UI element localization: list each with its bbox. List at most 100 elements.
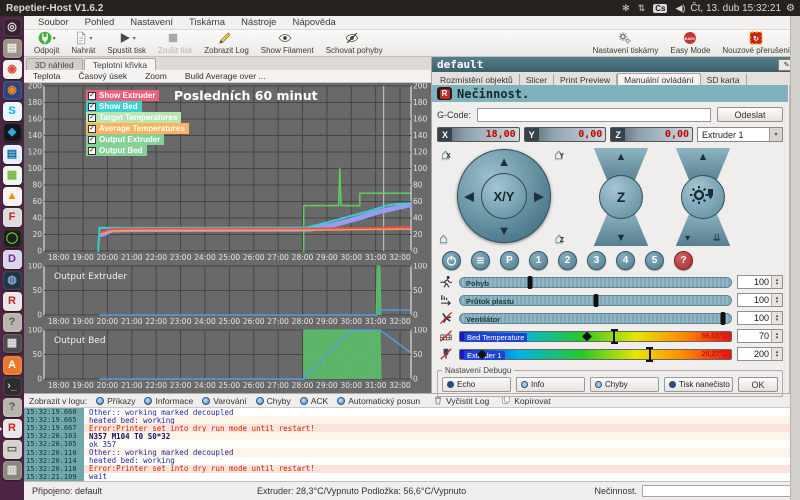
skype-icon[interactable]: S bbox=[3, 102, 22, 121]
filter-warnings-button[interactable]: Varování bbox=[202, 396, 246, 406]
filter-commands-button[interactable]: Příkazy bbox=[96, 396, 135, 406]
slider-thumb[interactable] bbox=[593, 294, 598, 307]
fan-speed-input[interactable]: 100 ▴▾ bbox=[737, 311, 783, 325]
motor-off-button[interactable] bbox=[471, 251, 490, 270]
firefox-icon[interactable]: ◉ bbox=[3, 81, 22, 100]
extruder-select[interactable]: Extruder 1▾ bbox=[697, 127, 783, 142]
chart-menu-item[interactable]: Teplota bbox=[24, 71, 69, 81]
chart-menu-item[interactable]: Zoom bbox=[136, 71, 176, 81]
help-app-icon[interactable]: ? bbox=[3, 313, 22, 332]
spinner-arrows[interactable]: ▴▾ bbox=[771, 312, 782, 324]
dropdown-caret-icon[interactable]: ▾ bbox=[133, 36, 136, 42]
movement-speed-slider[interactable]: Pohyb bbox=[459, 277, 732, 288]
f-app-icon[interactable]: F bbox=[3, 208, 22, 227]
debug-info-button[interactable]: Info bbox=[516, 377, 585, 392]
debug-dry-run-button[interactable]: Tisk nanečisto bbox=[664, 377, 733, 392]
terminal-icon[interactable]: ›_ bbox=[3, 377, 22, 396]
slider-thumb[interactable] bbox=[582, 332, 592, 342]
slider-thumb[interactable] bbox=[528, 276, 533, 289]
spinner-arrows[interactable]: ▴▾ bbox=[771, 294, 782, 306]
start-print-button[interactable]: ▾ Spustit tisk bbox=[101, 31, 152, 55]
legend-checkbox[interactable]: ✓ bbox=[88, 136, 96, 144]
writer-icon[interactable]: ▤ bbox=[3, 145, 22, 164]
fan-speed-slider[interactable]: Ventilátor bbox=[459, 313, 732, 324]
legend-checkbox[interactable]: ✓ bbox=[88, 92, 96, 100]
d-app-icon[interactable]: D bbox=[3, 250, 22, 269]
kill-print-button[interactable]: ▾ Zrušit tisk bbox=[152, 31, 198, 55]
chart-menu-item[interactable]: Build Average over ... bbox=[176, 71, 275, 81]
calc-icon[interactable]: ▦ bbox=[3, 166, 22, 185]
tab-slicer[interactable]: Slicer bbox=[520, 74, 554, 85]
preset-1-button[interactable]: 1 bbox=[529, 251, 548, 270]
trash-icon[interactable]: ▥ bbox=[3, 461, 22, 480]
menu-item[interactable]: Pohled bbox=[77, 17, 123, 28]
hide-travel-button[interactable]: ▾ Schovat pohyby bbox=[320, 31, 389, 55]
x-minus-button[interactable]: ◀ bbox=[464, 190, 474, 203]
tab-3d-view[interactable]: 3D náhled bbox=[26, 58, 83, 70]
easy-mode-button[interactable]: EASY Easy Mode bbox=[664, 31, 716, 55]
extrude-down-button[interactable]: ▾ bbox=[685, 233, 690, 244]
volume-icon[interactable]: ◀) bbox=[675, 3, 685, 14]
sync-arrows-icon[interactable]: ⇅ bbox=[638, 3, 646, 14]
y-plus-button[interactable]: ▲ bbox=[498, 155, 511, 168]
indicator-icon[interactable]: ✻ bbox=[622, 3, 630, 14]
slider-thumb[interactable] bbox=[720, 312, 725, 325]
filter-info-button[interactable]: Informace bbox=[144, 396, 193, 406]
show-filament-button[interactable]: ▾ Show Filament bbox=[255, 31, 320, 55]
preset-2-button[interactable]: 2 bbox=[558, 251, 577, 270]
log-scrollbar[interactable] bbox=[790, 16, 800, 500]
y-minus-button[interactable]: ▼ bbox=[498, 224, 511, 237]
log-list[interactable]: 15:32:19.660 Other:: working marked deco… bbox=[24, 408, 800, 481]
files-icon[interactable]: ▤ bbox=[3, 39, 22, 58]
home-y-button[interactable]: ⌂Y bbox=[554, 147, 564, 162]
help-button[interactable]: ? bbox=[674, 251, 693, 270]
dropdown-caret-icon[interactable]: ▾ bbox=[89, 36, 92, 42]
home-x-button[interactable]: ⌂X bbox=[441, 147, 451, 162]
debug-errors-button[interactable]: Chyby bbox=[590, 377, 659, 392]
legend-show-bed[interactable]: ✓ Show Bed bbox=[86, 101, 142, 112]
a-app-icon[interactable]: A bbox=[3, 356, 22, 375]
power-button[interactable] bbox=[442, 251, 461, 270]
xy-jog-pad[interactable]: ▲ ▼ ◀ ▶ X/Y bbox=[457, 149, 551, 243]
printer-settings-button[interactable]: Nastavení tiskárny bbox=[587, 31, 665, 55]
help2-app-icon[interactable]: ? bbox=[3, 398, 22, 417]
vlc-icon[interactable]: ▲ bbox=[3, 187, 22, 206]
chrome-icon[interactable]: ◉ bbox=[3, 60, 22, 79]
flow-rate-slider[interactable]: Průtok plastu bbox=[459, 295, 732, 306]
toggle-log-button[interactable]: ▾ Zobrazit Log bbox=[198, 31, 254, 55]
park-button[interactable]: P bbox=[500, 251, 519, 270]
calculator-icon[interactable]: ▦ bbox=[3, 334, 22, 353]
clock[interactable]: Čt, 13. dub 15:32:21 bbox=[690, 3, 781, 14]
printer-app-icon[interactable]: ▭ bbox=[3, 440, 22, 459]
legend-average-temperatures[interactable]: ✓ Average Temperatures bbox=[86, 123, 189, 134]
menu-item[interactable]: Nastavení bbox=[122, 17, 181, 28]
menu-item[interactable]: Soubor bbox=[30, 17, 77, 28]
legend-checkbox[interactable]: ✓ bbox=[88, 125, 96, 133]
extruder-temperature-input[interactable]: 200 ▴▾ bbox=[737, 347, 783, 361]
spinner-arrows[interactable]: ▴▾ bbox=[771, 330, 782, 342]
dash-home-icon[interactable]: ◎ bbox=[3, 18, 22, 37]
tab-sd-card[interactable]: SD karta bbox=[701, 74, 747, 85]
gcode-input[interactable] bbox=[477, 108, 711, 122]
tab-print-preview[interactable]: Print Preview bbox=[554, 74, 617, 85]
dropdown-caret-icon[interactable]: ▾ bbox=[53, 36, 56, 42]
repetier-icon[interactable]: R bbox=[3, 292, 22, 311]
menu-item[interactable]: Nápověda bbox=[284, 17, 343, 28]
ok-button[interactable]: OK bbox=[738, 377, 778, 392]
retract-button[interactable]: ⇊ bbox=[712, 233, 720, 244]
preset-4-button[interactable]: 4 bbox=[616, 251, 635, 270]
legend-checkbox[interactable]: ✓ bbox=[88, 103, 96, 111]
emergency-stop-button[interactable]: ↻ Nouzové přerušení bbox=[716, 31, 796, 55]
tab-object-placement[interactable]: Rozmístění objektů bbox=[434, 74, 520, 85]
ring-app-icon[interactable]: ◯ bbox=[3, 229, 22, 248]
send-gcode-button[interactable]: Odeslat bbox=[717, 107, 783, 122]
x-plus-button[interactable]: ▶ bbox=[534, 190, 544, 203]
menu-item[interactable]: Tiskárna bbox=[181, 17, 233, 28]
legend-checkbox[interactable]: ✓ bbox=[88, 114, 96, 122]
chart-menu-item[interactable]: Časový úsek bbox=[69, 71, 136, 81]
home-z-button[interactable]: ⌂Z bbox=[555, 231, 564, 246]
keyboard-layout-indicator[interactable]: Cs bbox=[653, 4, 667, 13]
spinner-arrows[interactable]: ▴▾ bbox=[771, 276, 782, 288]
debug-echo-button[interactable]: Echo bbox=[442, 377, 511, 392]
flow-rate-input[interactable]: 100 ▴▾ bbox=[737, 293, 783, 307]
